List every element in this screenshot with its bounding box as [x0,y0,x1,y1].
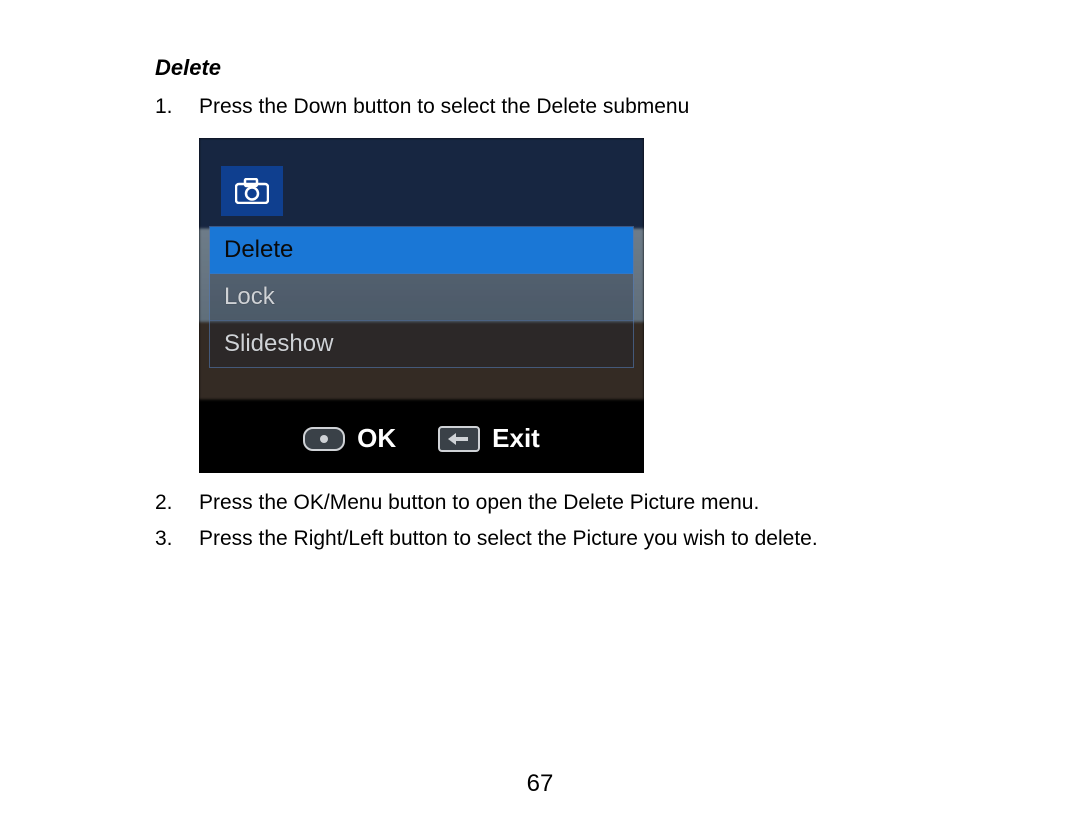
back-button-icon [438,426,480,452]
menu-item-label: Lock [224,283,275,310]
playback-tab[interactable] [221,166,283,216]
playback-menu: Delete Lock Slideshow [209,226,634,368]
instruction-step: 2. Press the OK/Menu button to open the … [155,487,960,520]
section-heading: Delete [155,55,960,81]
step-text: Press the OK/Menu button to open the Del… [199,487,960,520]
instruction-step: 1. Press the Down button to select the D… [155,91,960,124]
manual-page: Delete 1. Press the Down button to selec… [0,0,1080,556]
menu-item-label: Slideshow [224,330,333,357]
page-number: 67 [0,770,1080,798]
step-text: Press the Down button to select the Dele… [199,91,960,124]
step-text: Press the Right/Left button to select th… [199,523,960,556]
ok-label: OK [357,423,396,454]
menu-item-delete[interactable]: Delete [210,227,633,274]
ok-button-icon [303,427,345,451]
menu-item-label: Delete [224,236,293,263]
camera-lcd: Delete Lock Slideshow OK Exit [199,138,644,473]
step-number: 3. [155,523,199,556]
ok-hint: OK [303,423,396,454]
instruction-step: 3. Press the Right/Left button to select… [155,523,960,556]
camera-screenshot-figure: Delete Lock Slideshow OK Exit [199,138,960,473]
step-number: 1. [155,91,199,124]
camera-icon [235,178,269,204]
menu-item-lock[interactable]: Lock [210,274,633,321]
step-number: 2. [155,487,199,520]
exit-label: Exit [492,423,540,454]
camera-bottom-bar: OK Exit [199,405,644,473]
menu-item-slideshow[interactable]: Slideshow [210,321,633,367]
exit-hint: Exit [438,423,540,454]
